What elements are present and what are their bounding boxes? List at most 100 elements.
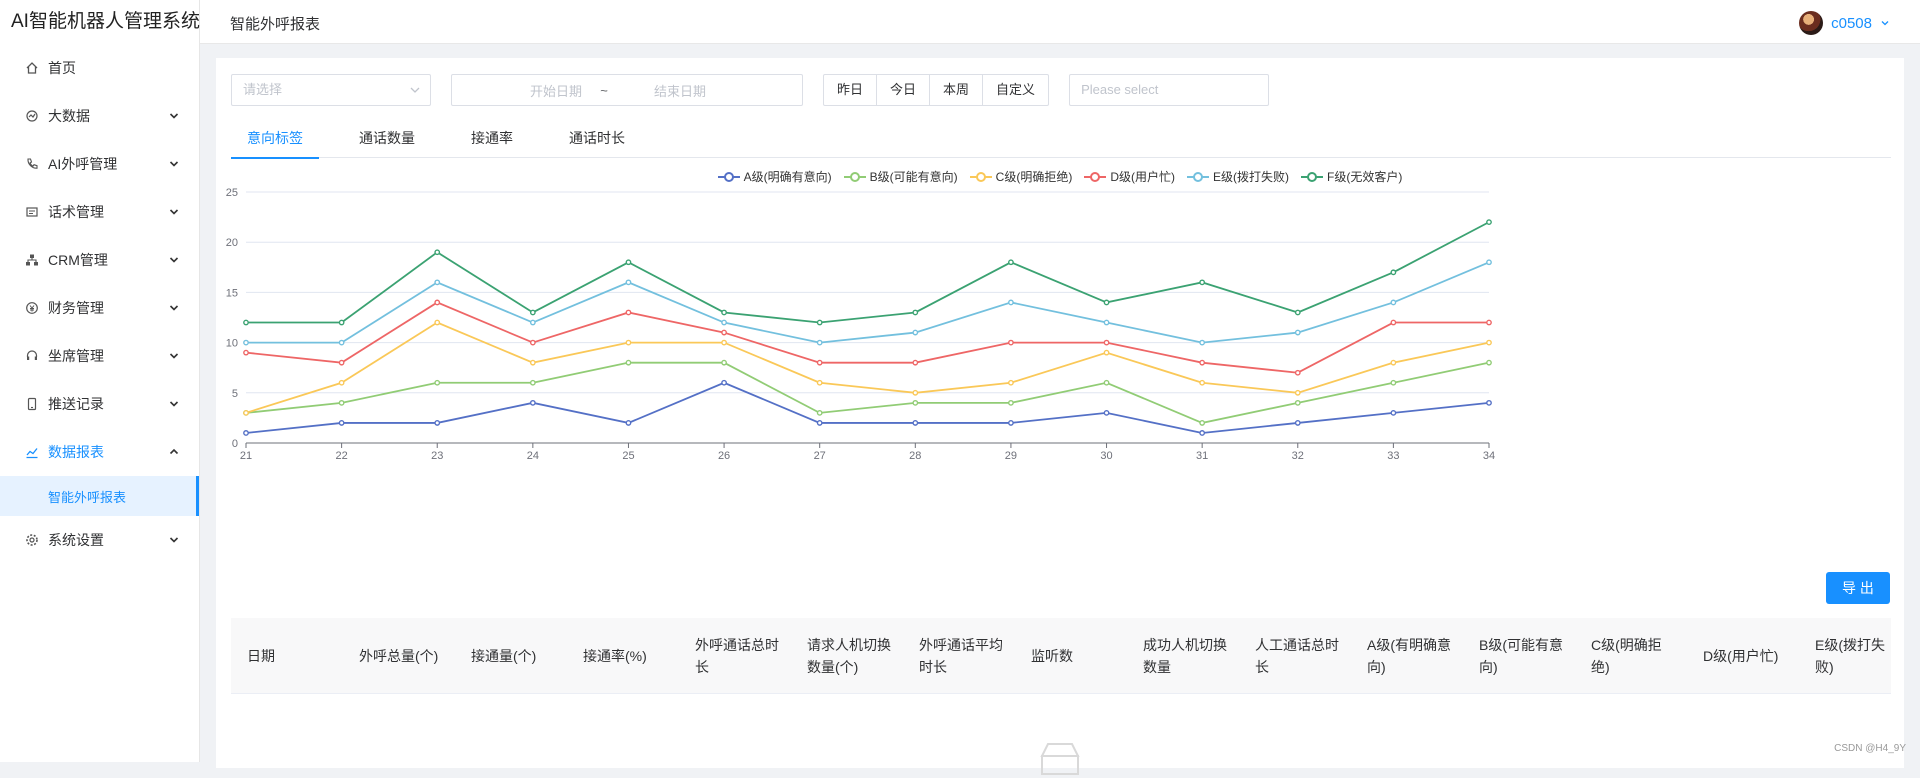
data-point — [531, 401, 535, 405]
data-point — [1104, 320, 1108, 324]
data-point — [339, 360, 343, 364]
data-point — [722, 381, 726, 385]
custom-button[interactable]: 自定义 — [982, 74, 1049, 106]
table-header-cell: 外呼通话总时长 — [679, 634, 791, 678]
data-point — [1200, 381, 1204, 385]
legend-marker-icon — [844, 172, 866, 182]
filter-bar: 请选择 开始日期 ~ 结束日期 昨日 今日 本周 自定义 Please sele… — [231, 74, 1269, 106]
data-point — [1391, 360, 1395, 364]
sidebar-item-home[interactable]: 首页 — [0, 44, 199, 92]
legend-item[interactable]: D级(用户忙) — [1084, 168, 1175, 185]
username[interactable]: c0508 — [1831, 15, 1872, 32]
tab-call-count[interactable]: 通话数量 — [343, 118, 431, 158]
tab-connect-rate[interactable]: 接通率 — [455, 118, 529, 158]
table-header-cell: 人工通话总时长 — [1239, 634, 1351, 678]
tab-call-duration[interactable]: 通话时长 — [553, 118, 641, 158]
avatar[interactable] — [1799, 11, 1823, 35]
table-header-cell: 监听数 — [1015, 645, 1127, 667]
data-point — [339, 401, 343, 405]
table-header-cell: 外呼总量(个) — [343, 645, 455, 667]
app-title: AI智能机器人管理系统 — [0, 0, 199, 44]
data-point — [626, 260, 630, 264]
sidebar-item-finance[interactable]: 财务管理 — [0, 284, 199, 332]
data-point — [435, 250, 439, 254]
date-range-picker[interactable]: 开始日期 ~ 结束日期 — [451, 74, 803, 106]
sidebar-item-ai-call[interactable]: AI外呼管理 — [0, 140, 199, 188]
secondary-select[interactable]: Please select — [1069, 74, 1269, 106]
data-point — [1391, 411, 1395, 415]
data-point — [1487, 401, 1491, 405]
chevron-down-icon — [167, 253, 181, 267]
sidebar-item-script[interactable]: 话术管理 — [0, 188, 199, 236]
org-chart-icon — [24, 252, 40, 268]
table-header-cell: A级(有明确意向) — [1351, 634, 1463, 678]
export-button[interactable]: 导 出 — [1826, 572, 1890, 604]
legend-marker-icon — [1187, 172, 1209, 182]
legend-label: F级(无效客户) — [1327, 168, 1402, 185]
sidebar-item-label: CRM管理 — [48, 250, 108, 270]
data-point — [722, 320, 726, 324]
x-tick-label: 27 — [814, 450, 826, 462]
chevron-down-icon — [167, 397, 181, 411]
sidebar-item-reports[interactable]: 数据报表 — [0, 428, 199, 476]
sidebar-subitem-outbound-report[interactable]: 智能外呼报表 — [0, 476, 199, 516]
data-point — [1200, 421, 1204, 425]
data-point — [1200, 280, 1204, 284]
y-tick-label: 20 — [226, 237, 238, 249]
data-point — [1009, 421, 1013, 425]
x-tick-label: 33 — [1387, 450, 1399, 462]
data-point — [817, 411, 821, 415]
watermark: CSDN @H4_9Y — [1834, 743, 1906, 754]
data-point — [1200, 360, 1204, 364]
sidebar-item-crm[interactable]: CRM管理 — [0, 236, 199, 284]
sidebar-item-label: 大数据 — [48, 106, 90, 126]
end-date-input[interactable]: 结束日期 — [616, 81, 756, 100]
user-menu[interactable]: c0508 — [1799, 11, 1890, 35]
legend-item[interactable]: F级(无效客户) — [1301, 168, 1402, 185]
tab-intent-tags[interactable]: 意向标签 — [231, 118, 319, 158]
chevron-down-icon — [167, 301, 181, 315]
data-point — [531, 381, 535, 385]
sidebar-item-seat[interactable]: 坐席管理 — [0, 332, 199, 380]
sidebar-item-label: 话术管理 — [48, 202, 104, 222]
data-point — [1487, 320, 1491, 324]
x-tick-label: 25 — [622, 450, 634, 462]
sidebar-item-label: 首页 — [48, 58, 76, 78]
table-header-cell: E级(拨打失败) — [1799, 634, 1891, 678]
category-select[interactable]: 请选择 — [231, 74, 431, 106]
data-point — [913, 310, 917, 314]
data-point — [1391, 320, 1395, 324]
headset-icon — [24, 348, 40, 364]
legend-marker-icon — [718, 172, 740, 182]
data-point — [722, 330, 726, 334]
data-point — [339, 340, 343, 344]
today-button[interactable]: 今日 — [876, 74, 930, 106]
chart-svg: 05101520252122232425262728293031323334 — [216, 188, 1904, 548]
sidebar-item-label: 坐席管理 — [48, 346, 104, 366]
data-point — [1296, 371, 1300, 375]
data-point — [626, 280, 630, 284]
x-tick-label: 29 — [1005, 450, 1017, 462]
legend-item[interactable]: C级(明确拒绝) — [970, 168, 1073, 185]
start-date-input[interactable]: 开始日期 — [452, 81, 592, 100]
main-panel: 请选择 开始日期 ~ 结束日期 昨日 今日 本周 自定义 Please sele… — [216, 58, 1904, 768]
data-point — [817, 381, 821, 385]
data-point — [626, 360, 630, 364]
legend-item[interactable]: E级(拨打失败) — [1187, 168, 1289, 185]
sidebar-item-label: 数据报表 — [48, 442, 104, 462]
sidebar-item-settings[interactable]: 系统设置 — [0, 516, 199, 564]
sidebar-item-push-records[interactable]: 推送记录 — [0, 380, 199, 428]
legend-item[interactable]: A级(明确有意向) — [718, 168, 832, 185]
legend-item[interactable]: B级(可能有意向) — [844, 168, 958, 185]
data-point — [531, 360, 535, 364]
sidebar-item-bigdata[interactable]: 大数据 — [0, 92, 199, 140]
table-header-cell: B级(可能有意向) — [1463, 634, 1575, 678]
yesterday-button[interactable]: 昨日 — [823, 74, 877, 106]
data-point — [1487, 340, 1491, 344]
data-point — [1200, 340, 1204, 344]
legend-label: D级(用户忙) — [1110, 168, 1175, 185]
this-week-button[interactable]: 本周 — [929, 74, 983, 106]
home-icon — [24, 60, 40, 76]
series-line — [246, 262, 1489, 342]
page-title: 智能外呼报表 — [230, 13, 320, 34]
